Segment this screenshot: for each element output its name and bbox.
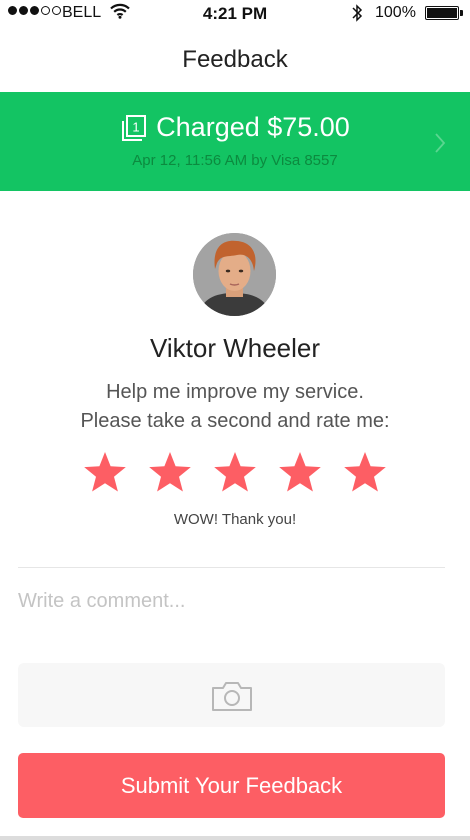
divider xyxy=(18,567,445,568)
bottom-edge xyxy=(0,836,470,840)
star-icon[interactable] xyxy=(278,451,322,495)
charge-amount: Charged $75.00 xyxy=(156,112,350,142)
star-icon[interactable] xyxy=(83,451,127,495)
charge-details: Apr 12, 11:56 AM by Visa 8557 xyxy=(132,152,338,169)
star-rating[interactable] xyxy=(0,451,470,495)
star-icon[interactable] xyxy=(213,451,257,495)
status-bar: BELL 4:21 PM 100% xyxy=(0,0,470,28)
comment-input[interactable] xyxy=(18,584,438,618)
receipt-icon-label: 1 xyxy=(133,119,140,134)
person-name: Viktor Wheeler xyxy=(149,333,321,363)
page-title: Feedback xyxy=(182,46,288,73)
charge-summary-banner[interactable]: 1 Charged $75.00 Apr 12, 11:56 AM by Vis… xyxy=(0,92,470,191)
prompt-line-2: Please take a second and rate me: xyxy=(80,410,390,432)
star-icon[interactable] xyxy=(343,451,387,495)
add-photo-button[interactable] xyxy=(18,663,445,727)
receipt-icon: 1 xyxy=(122,114,147,141)
camera-icon xyxy=(212,682,252,711)
chevron-right-icon xyxy=(434,132,446,159)
bluetooth-icon xyxy=(351,3,363,28)
rating-message: WOW! Thank you! xyxy=(173,511,297,528)
prompt-line-1: Help me improve my service. xyxy=(106,381,364,403)
battery-percent: 100% xyxy=(375,4,416,21)
star-icon[interactable] xyxy=(148,451,192,495)
avatar xyxy=(193,233,276,316)
rating-prompt: Help me improve my service. Please take … xyxy=(0,378,470,436)
submit-feedback-button[interactable]: Submit Your Feedback xyxy=(18,753,445,818)
battery-icon xyxy=(425,6,463,20)
